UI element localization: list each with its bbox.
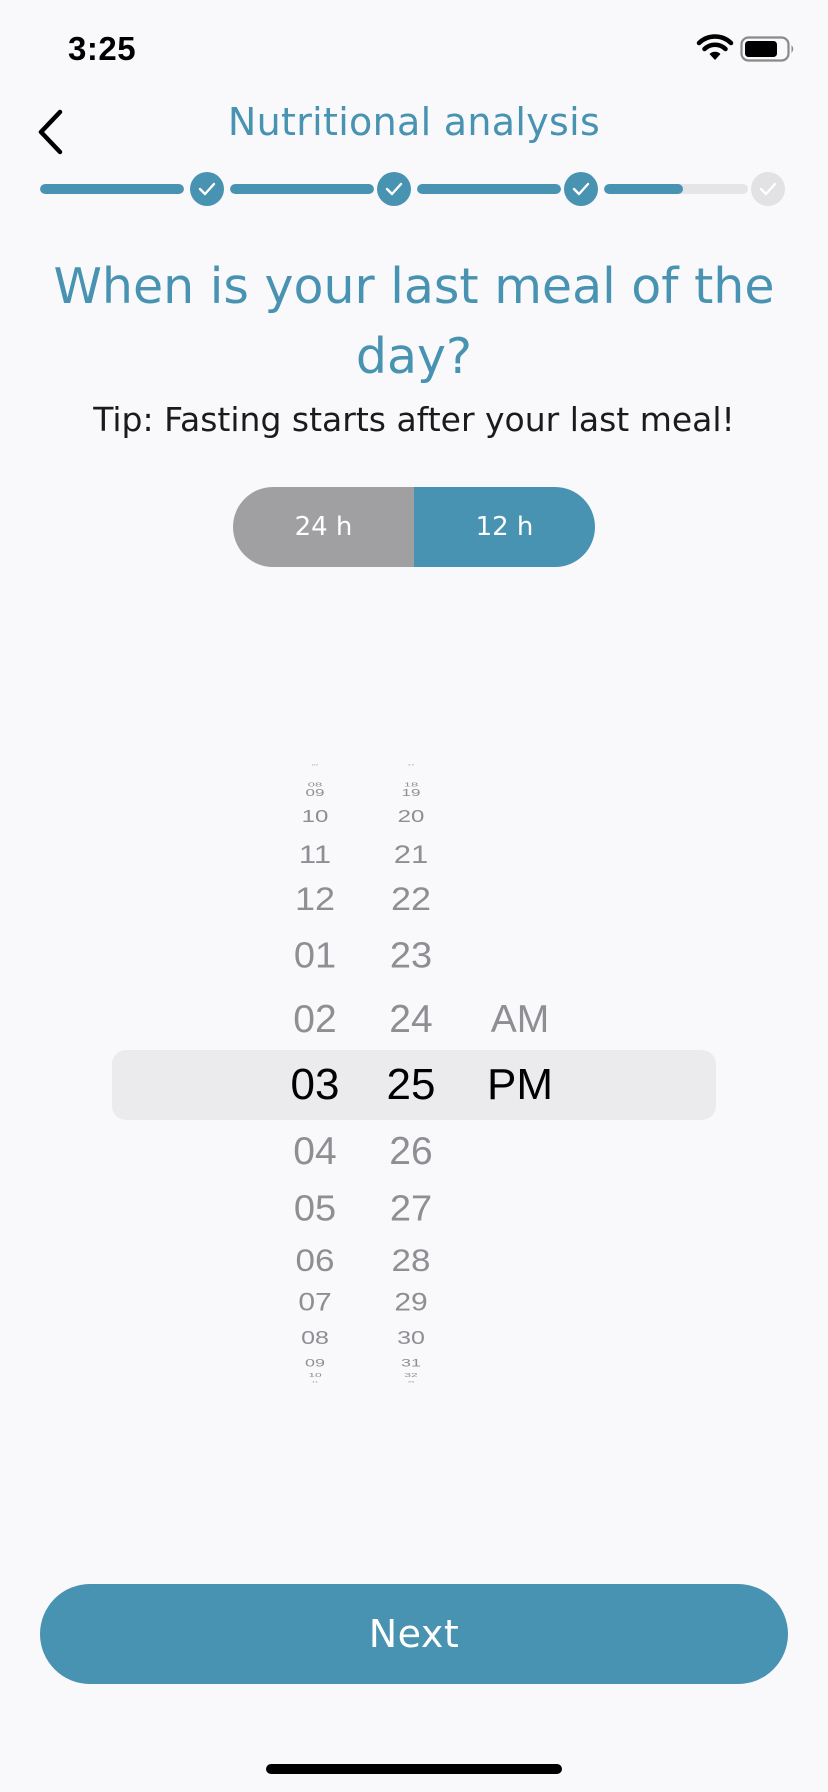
- hour-option[interactable]: 04: [270, 1132, 360, 1171]
- check-icon: [198, 182, 216, 196]
- check-icon: [759, 182, 777, 196]
- progress-step-1: [190, 172, 224, 206]
- hour-option[interactable]: 11: [270, 1381, 360, 1383]
- minute-option[interactable]: 24: [366, 1000, 456, 1039]
- minute-option[interactable]: 27: [366, 1191, 456, 1227]
- minute-option[interactable]: 23: [366, 938, 456, 974]
- hour-option[interactable]: 07: [270, 1290, 360, 1316]
- progress-step-4: [751, 172, 785, 206]
- check-icon: [385, 182, 403, 196]
- period-wheel[interactable]: AM PM: [470, 750, 570, 1410]
- minute-option[interactable]: 22: [366, 882, 456, 915]
- status-time: 3:25: [68, 30, 137, 67]
- hour-option[interactable]: 08: [270, 1329, 360, 1347]
- hour-option[interactable]: 11: [270, 841, 360, 866]
- hour-option[interactable]: 10: [270, 1372, 360, 1377]
- minute-wheel[interactable]: 17 18 19 20 21 22 23 24 25 26 27 28 29 30 31 32 33: [366, 750, 456, 1410]
- minute-option[interactable]: 33: [366, 1381, 456, 1383]
- progress-indicator: [40, 172, 785, 206]
- screen: 3:25 Nutritional analysis When is your l…: [0, 0, 828, 1792]
- minute-option[interactable]: 17: [366, 764, 456, 766]
- minute-option[interactable]: 32: [366, 1372, 456, 1377]
- period-option[interactable]: PM: [470, 1063, 570, 1107]
- hour-option[interactable]: 09: [270, 787, 360, 797]
- hour-option[interactable]: 12: [270, 882, 360, 915]
- progress-segment-4: [604, 184, 748, 194]
- toggle-24h[interactable]: 24 h: [233, 487, 414, 567]
- time-format-toggle: 24 h 12 h: [233, 487, 595, 567]
- period-option[interactable]: AM: [470, 1000, 570, 1039]
- hour-option[interactable]: 10: [270, 808, 360, 825]
- toggle-12h[interactable]: 12 h: [414, 487, 595, 567]
- home-indicator: [266, 1764, 562, 1774]
- hour-option[interactable]: 03: [270, 1063, 360, 1107]
- minute-option[interactable]: 30: [366, 1329, 456, 1347]
- progress-step-2: [377, 172, 411, 206]
- hour-option[interactable]: 01: [270, 938, 360, 974]
- hour-option[interactable]: 09: [270, 1358, 360, 1369]
- minute-option[interactable]: 28: [366, 1244, 456, 1276]
- minute-option[interactable]: 19: [366, 787, 456, 797]
- minute-option[interactable]: 31: [366, 1358, 456, 1369]
- hour-option[interactable]: 05: [270, 1191, 360, 1227]
- question-tip: Tip: Fasting starts after your last meal…: [93, 400, 735, 439]
- hour-wheel[interactable]: 07 08 09 10 11 12 01 02 03 04 05 06 07 08 09 10 11: [270, 750, 360, 1410]
- minute-option[interactable]: 21: [366, 841, 456, 866]
- minute-option[interactable]: 20: [366, 808, 456, 825]
- minute-option[interactable]: 25: [366, 1063, 456, 1107]
- question-title: When is your last meal of the day?: [53, 258, 775, 385]
- hour-option[interactable]: 02: [270, 1000, 360, 1039]
- battery-icon: [740, 36, 794, 62]
- progress-step-3: [564, 172, 598, 206]
- progress-segment-2: [230, 184, 374, 194]
- next-button[interactable]: Next: [40, 1584, 788, 1684]
- minute-option[interactable]: 26: [366, 1132, 456, 1171]
- check-icon: [572, 182, 590, 196]
- wifi-icon: [696, 34, 734, 60]
- time-picker: 07 08 09 10 11 12 01 02 03 04 05 06 07 08 09 10 11 17 18 1…: [0, 750, 828, 1410]
- page-title: Nutritional analysis: [227, 100, 601, 144]
- hour-option[interactable]: 06: [270, 1244, 360, 1276]
- progress-segment-3: [417, 184, 561, 194]
- minute-option[interactable]: 29: [366, 1290, 456, 1316]
- progress-segment-1: [40, 184, 184, 194]
- hour-option[interactable]: 07: [270, 764, 360, 766]
